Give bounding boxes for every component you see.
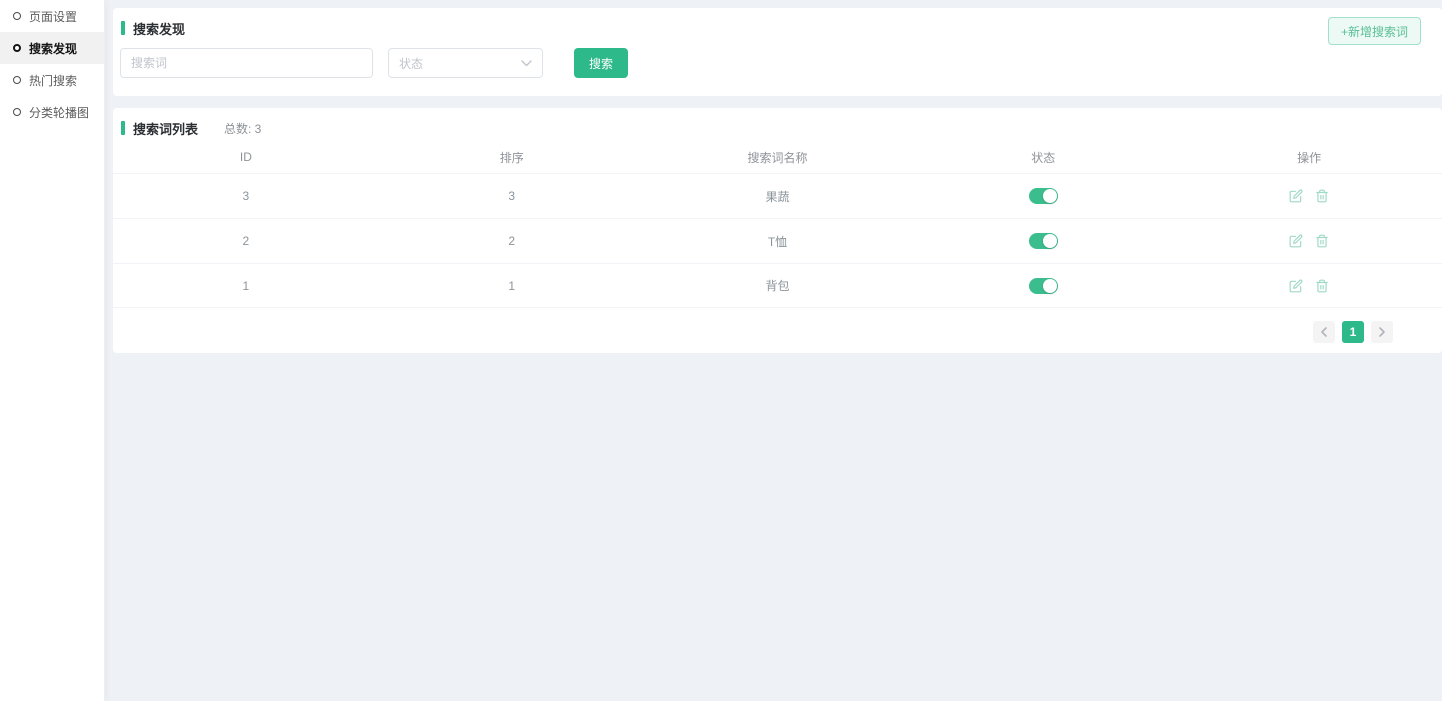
status-select[interactable]: 状态	[388, 48, 543, 78]
cell-sort: 1	[379, 279, 645, 293]
table-row: 3 3 果蔬	[113, 173, 1442, 218]
delete-icon[interactable]	[1315, 234, 1329, 248]
toggle-knob	[1043, 189, 1057, 203]
column-header-status: 状态	[910, 149, 1176, 166]
list-title: 搜索词列表	[133, 119, 198, 138]
toggle-knob	[1043, 279, 1057, 293]
toggle-knob	[1043, 234, 1057, 248]
cell-id: 1	[113, 279, 379, 293]
search-button[interactable]: 搜索	[574, 48, 628, 78]
search-term-table: ID 排序 搜索词名称 状态 操作 3 3 果蔬	[113, 141, 1442, 308]
delete-icon[interactable]	[1315, 279, 1329, 293]
sidebar-item-label: 搜索发现	[29, 40, 77, 57]
sidebar-item-label: 页面设置	[29, 8, 77, 25]
table-row: 1 1 背包	[113, 263, 1442, 308]
sidebar-item-label: 热门搜索	[29, 72, 77, 89]
sidebar-item-search-discovery[interactable]: 搜索发现	[0, 32, 104, 64]
sidebar: 页面设置 搜索发现 热门搜索 分类轮播图	[0, 0, 105, 701]
status-toggle[interactable]	[1029, 188, 1058, 204]
search-form: 状态 搜索	[120, 48, 628, 78]
table-header-row: ID 排序 搜索词名称 状态 操作	[113, 141, 1442, 173]
radio-circle-icon	[13, 108, 21, 116]
column-header-name: 搜索词名称	[645, 149, 911, 166]
delete-icon[interactable]	[1315, 189, 1329, 203]
add-search-term-button[interactable]: +新增搜索词	[1328, 17, 1421, 45]
cell-id: 3	[113, 189, 379, 203]
edit-icon[interactable]	[1289, 189, 1303, 203]
sidebar-item-hot-search[interactable]: 热门搜索	[0, 64, 104, 96]
search-keyword-input[interactable]	[120, 48, 373, 78]
search-filter-panel: 搜索发现 状态 搜索 +新增搜索词	[113, 8, 1442, 96]
page-number-button[interactable]: 1	[1342, 321, 1364, 343]
sidebar-item-page-settings[interactable]: 页面设置	[0, 0, 104, 32]
title-accent-bar	[121, 21, 125, 35]
status-select-placeholder: 状态	[399, 55, 423, 72]
sidebar-item-label: 分类轮播图	[29, 104, 89, 121]
title-accent-bar	[121, 121, 125, 135]
prev-page-button[interactable]	[1313, 321, 1335, 343]
search-panel-title: 搜索发现	[113, 8, 1442, 38]
cell-sort: 2	[379, 234, 645, 248]
sidebar-item-category-carousel[interactable]: 分类轮播图	[0, 96, 104, 128]
cell-sort: 3	[379, 189, 645, 203]
radio-circle-icon	[13, 44, 21, 52]
chevron-down-icon	[521, 60, 532, 67]
next-page-button[interactable]	[1371, 321, 1393, 343]
table-row: 2 2 T恤	[113, 218, 1442, 263]
edit-icon[interactable]	[1289, 234, 1303, 248]
column-header-id: ID	[113, 150, 379, 164]
radio-circle-icon	[13, 12, 21, 20]
column-header-actions: 操作	[1176, 149, 1442, 166]
cell-name: 果蔬	[645, 188, 911, 205]
pagination: 1	[1313, 321, 1393, 343]
search-term-list-panel: 搜索词列表 总数: 3 ID 排序 搜索词名称 状态 操作 3 3 果蔬	[113, 108, 1442, 353]
cell-name: 背包	[645, 277, 911, 294]
list-panel-title: 搜索词列表 总数: 3	[113, 108, 1442, 138]
radio-circle-icon	[13, 76, 21, 84]
cell-name: T恤	[645, 233, 911, 250]
cell-id: 2	[113, 234, 379, 248]
column-header-sort: 排序	[379, 149, 645, 166]
status-toggle[interactable]	[1029, 233, 1058, 249]
page-title: 搜索发现	[133, 19, 185, 38]
edit-icon[interactable]	[1289, 279, 1303, 293]
status-toggle[interactable]	[1029, 278, 1058, 294]
total-count-label: 总数: 3	[224, 120, 261, 137]
